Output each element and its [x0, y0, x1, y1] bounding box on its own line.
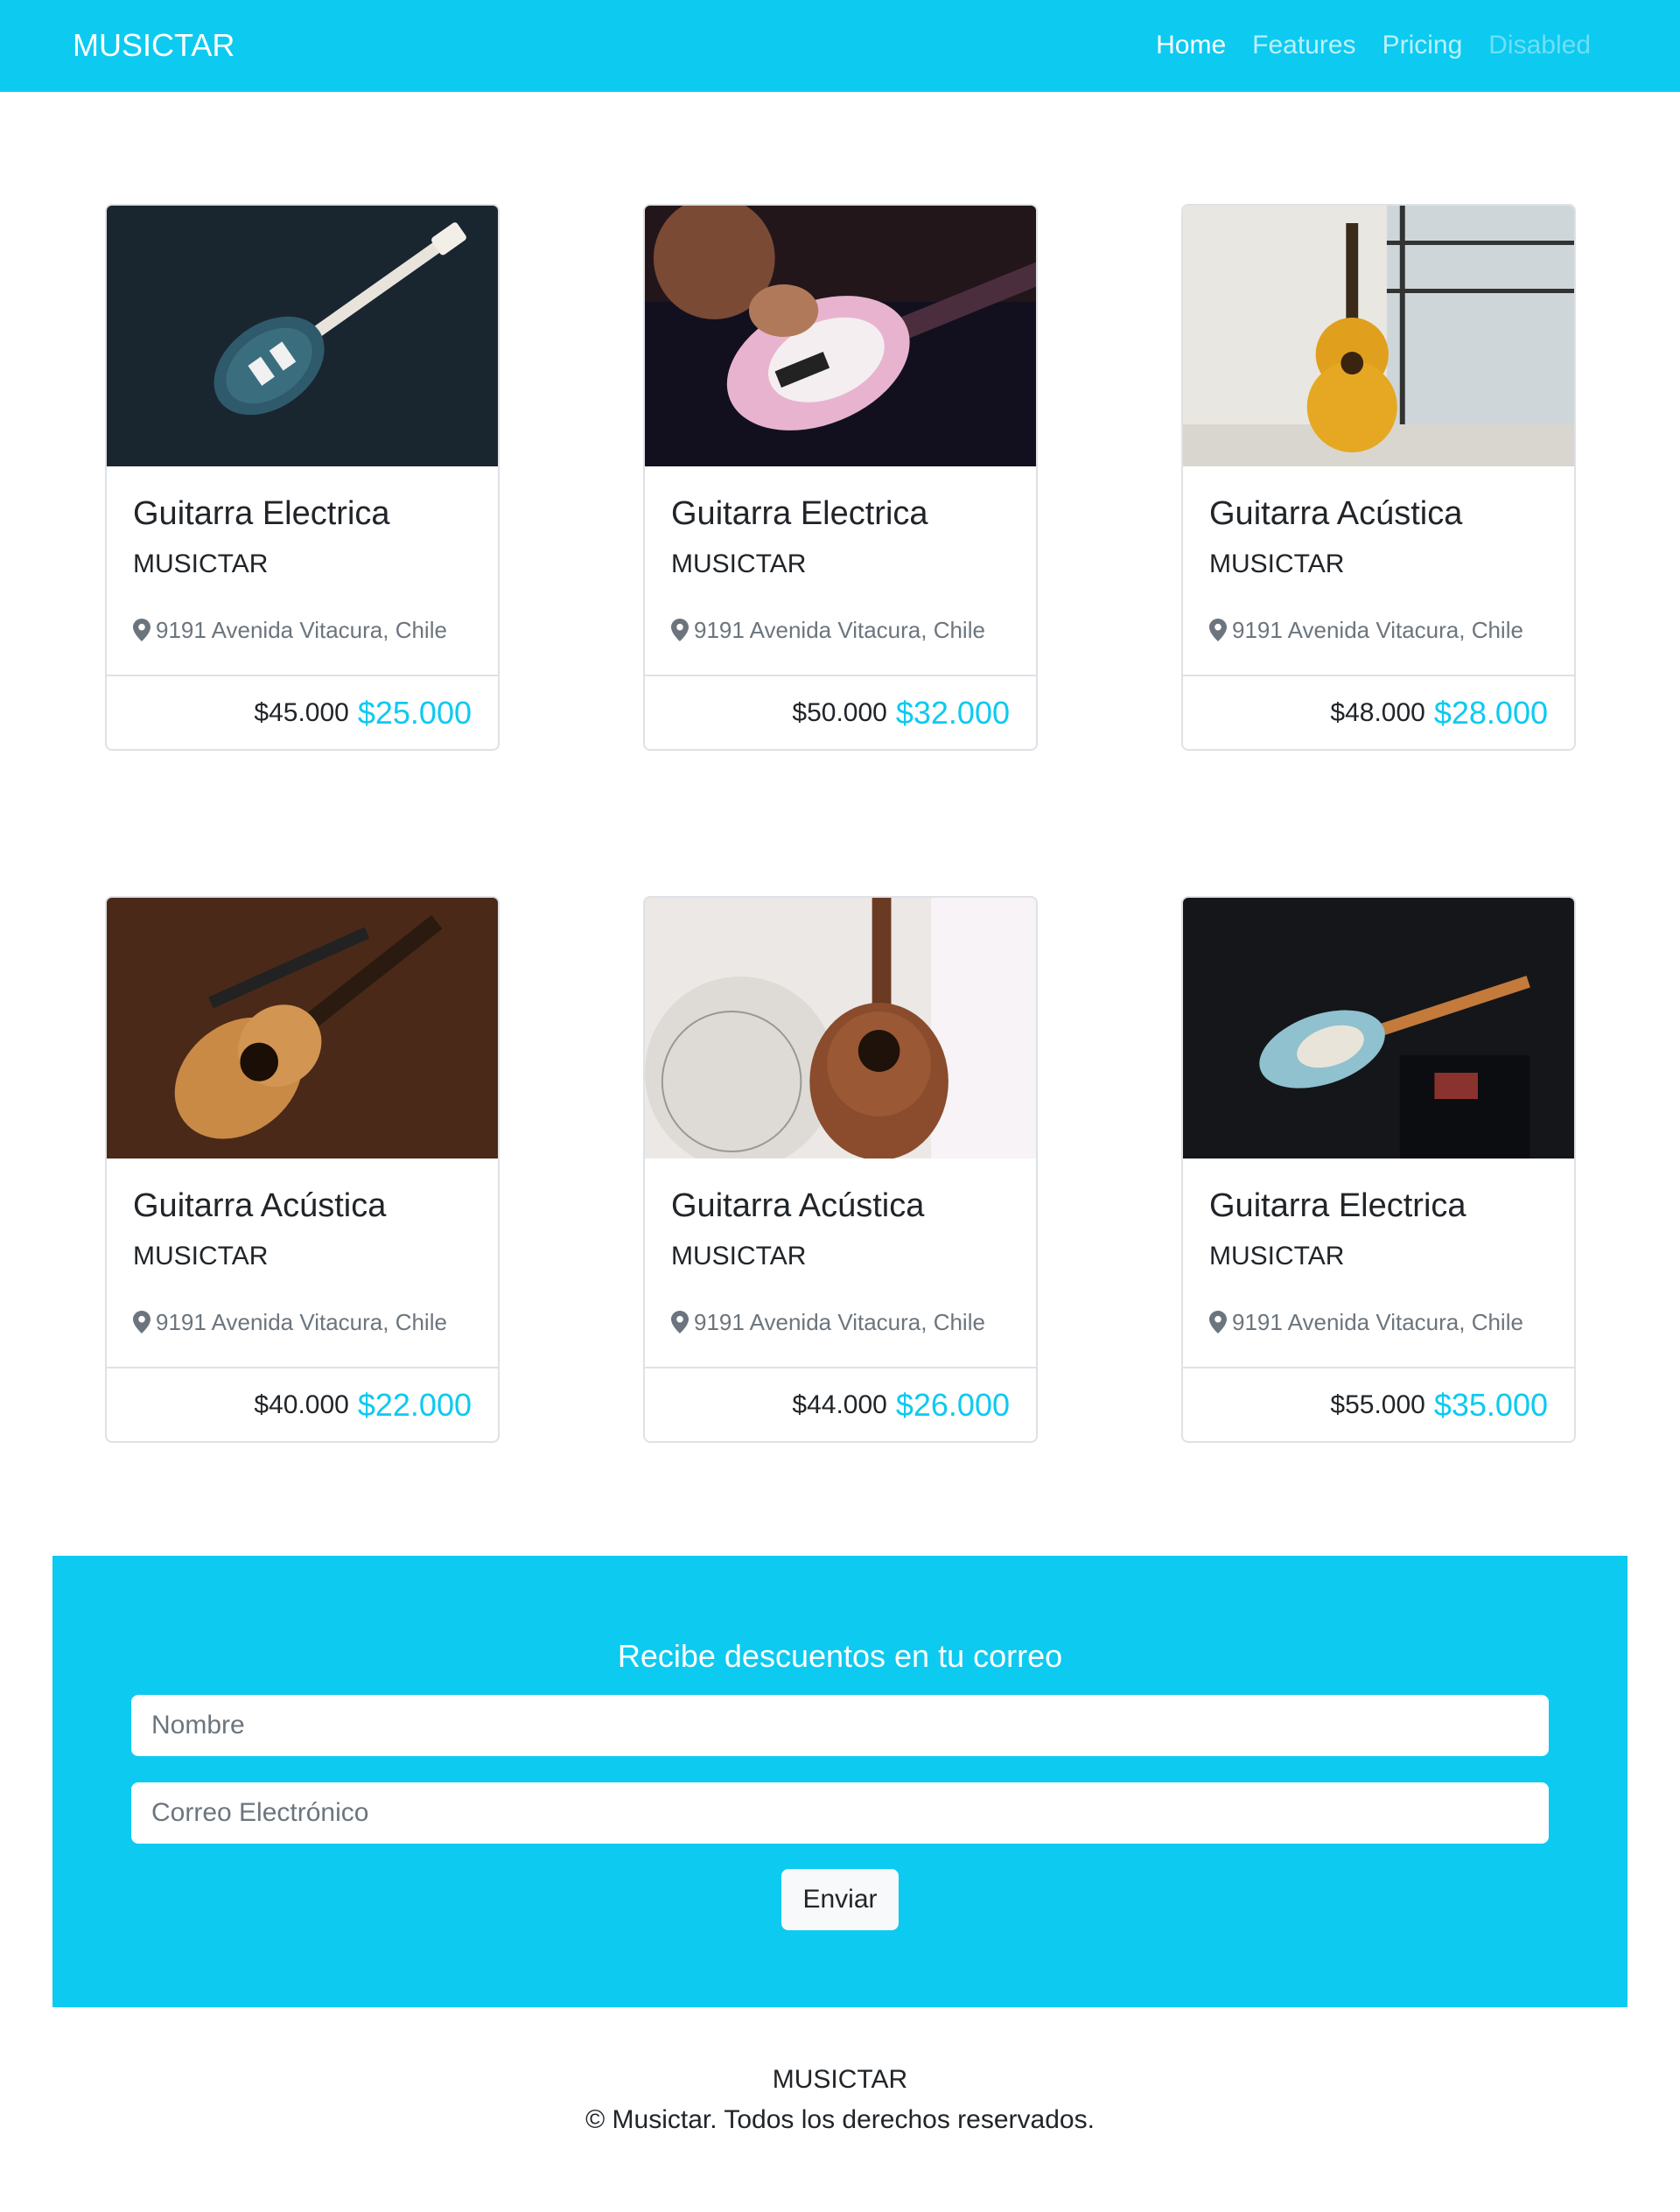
product-image-classical-guitar: [1183, 206, 1574, 466]
product-location-text: 9191 Avenida Vitacura, Chile: [694, 1309, 985, 1335]
newsletter-section: Recibe descuentos en tu correo Nombre Co…: [52, 1556, 1628, 2007]
product-location: 9191 Avenida Vitacura, Chile: [671, 1307, 985, 1337]
product-brand: MUSICTAR: [133, 550, 269, 578]
nav-link-home[interactable]: Home: [1156, 28, 1226, 63]
submit-button[interactable]: Enviar: [781, 1869, 899, 1930]
product-location: 9191 Avenida Vitacura, Chile: [1209, 615, 1523, 645]
footer-brand: MUSICTAR: [772, 2065, 908, 2094]
map-pin-icon: [133, 1311, 150, 1334]
product-title: Guitarra Acústica: [671, 1187, 925, 1224]
product-card[interactable]: Guitarra Acústica MUSICTAR 9191 Avenida …: [643, 896, 1038, 1443]
product-location: 9191 Avenida Vitacura, Chile: [133, 1307, 447, 1337]
product-title: Guitarra Electrica: [1209, 1187, 1466, 1224]
card-footer: $45.000 $25.000: [107, 675, 498, 749]
map-pin-icon: [1209, 1311, 1227, 1334]
nav-link-disabled: Disabled: [1488, 31, 1591, 60]
product-location-text: 9191 Avenida Vitacura, Chile: [156, 1309, 447, 1335]
new-price: $28.000: [1433, 694, 1548, 731]
product-image-electric-guitar-amp: [1183, 898, 1574, 1158]
product-brand: MUSICTAR: [1209, 550, 1345, 578]
old-price: $45.000: [254, 697, 349, 727]
product-card[interactable]: Guitarra Acústica MUSICTAR 9191 Avenida …: [105, 896, 500, 1443]
product-brand: MUSICTAR: [671, 550, 807, 578]
product-title: Guitarra Acústica: [133, 1187, 387, 1224]
old-price: $44.000: [792, 1390, 887, 1419]
card-footer: $40.000 $22.000: [107, 1367, 498, 1441]
product-title: Guitarra Acústica: [1209, 495, 1463, 532]
new-price: $26.000: [895, 1386, 1010, 1423]
card-footer: $55.000 $35.000: [1183, 1367, 1574, 1441]
footer-copyright: © Musictar. Todos los derechos reservado…: [585, 2105, 1095, 2134]
card-footer: $44.000 $26.000: [645, 1367, 1036, 1441]
product-title: Guitarra Electrica: [133, 495, 390, 532]
product-card[interactable]: Guitarra Electrica MUSICTAR 9191 Avenida…: [643, 204, 1038, 751]
nav-link-features[interactable]: Features: [1252, 28, 1355, 63]
product-card[interactable]: Guitarra Acústica MUSICTAR 9191 Avenida …: [1181, 204, 1576, 751]
nav-links: Home Features Pricing Disabled: [1156, 28, 1591, 63]
product-location-text: 9191 Avenida Vitacura, Chile: [1232, 617, 1523, 643]
map-pin-icon: [133, 619, 150, 641]
email-input[interactable]: Correo Electrónico: [131, 1782, 1549, 1844]
product-brand: MUSICTAR: [133, 1242, 269, 1270]
product-image-bass-guitar: [645, 206, 1036, 466]
card-footer: $50.000 $32.000: [645, 675, 1036, 749]
new-price: $22.000: [357, 1386, 472, 1423]
new-price: $32.000: [895, 694, 1010, 731]
product-location: 9191 Avenida Vitacura, Chile: [133, 615, 447, 645]
product-card[interactable]: Guitarra Electrica MUSICTAR 9191 Avenida…: [105, 204, 500, 751]
product-location-text: 9191 Avenida Vitacura, Chile: [156, 617, 447, 643]
old-price: $48.000: [1330, 697, 1425, 727]
new-price: $25.000: [357, 694, 472, 731]
navbar: MUSICTAR Home Features Pricing Disabled: [0, 0, 1680, 92]
newsletter-title: Recibe descuentos en tu correo: [617, 1638, 1063, 1674]
footer: MUSICTAR © Musictar. Todos los derechos …: [0, 2060, 1680, 2140]
name-input[interactable]: Nombre: [131, 1695, 1549, 1756]
product-location-text: 9191 Avenida Vitacura, Chile: [1232, 1309, 1523, 1335]
old-price: $40.000: [254, 1390, 349, 1419]
old-price: $50.000: [792, 697, 887, 727]
product-location: 9191 Avenida Vitacura, Chile: [1209, 1307, 1523, 1337]
product-image-acoustic-guitar-pillow: [645, 898, 1036, 1158]
product-brand: MUSICTAR: [671, 1242, 807, 1270]
map-pin-icon: [671, 619, 689, 641]
nav-link-pricing[interactable]: Pricing: [1382, 28, 1463, 63]
product-title: Guitarra Electrica: [671, 495, 928, 532]
old-price: $55.000: [1330, 1390, 1425, 1419]
card-footer: $48.000 $28.000: [1183, 675, 1574, 749]
product-image-acoustic-guitar: [107, 898, 498, 1158]
map-pin-icon: [671, 1311, 689, 1334]
product-image-electric-guitar: [107, 206, 498, 466]
product-card[interactable]: Guitarra Electrica MUSICTAR 9191 Avenida…: [1181, 896, 1576, 1443]
navbar-brand[interactable]: MUSICTAR: [73, 26, 234, 65]
product-location: 9191 Avenida Vitacura, Chile: [671, 615, 985, 645]
map-pin-icon: [1209, 619, 1227, 641]
new-price: $35.000: [1433, 1386, 1548, 1423]
product-brand: MUSICTAR: [1209, 1242, 1345, 1270]
product-location-text: 9191 Avenida Vitacura, Chile: [694, 617, 985, 643]
